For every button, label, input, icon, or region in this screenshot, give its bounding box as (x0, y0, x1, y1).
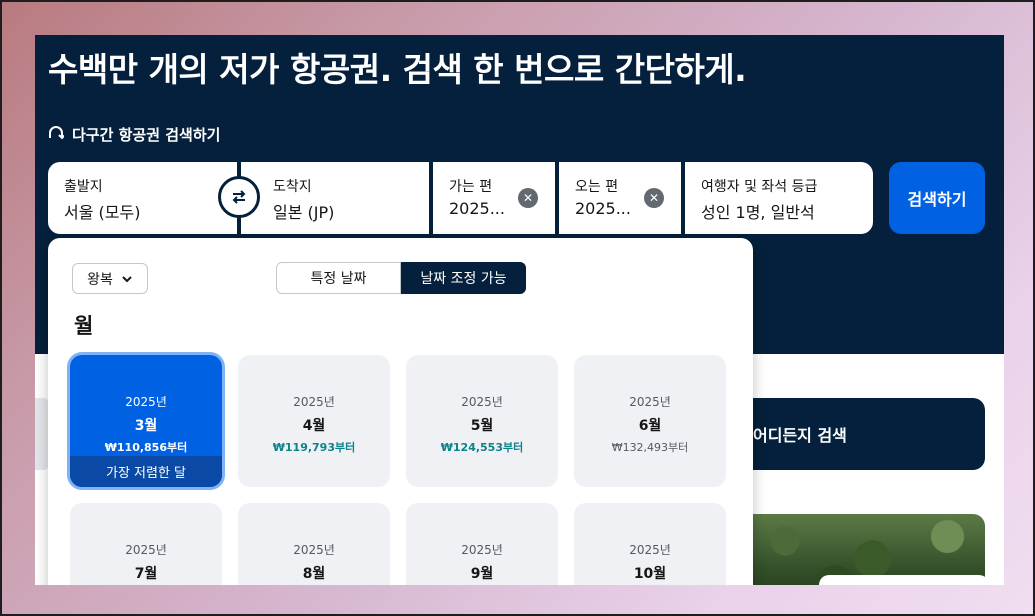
partial-card (35, 398, 49, 470)
month-year: 2025년 (125, 543, 167, 557)
origin-value: 서울 (모두) (64, 203, 141, 222)
date-mode-toggle: 특정 날짜 날짜 조정 가능 (276, 262, 526, 294)
destination-field[interactable]: 도착지 일본 (JP) (241, 162, 429, 234)
month-name: 3월 (134, 418, 158, 434)
month-section-title: 월 (74, 314, 94, 338)
month-year: 2025년 (461, 543, 503, 557)
clear-depart-icon[interactable]: ✕ (518, 188, 538, 208)
month-price: ₩119,793부터 (272, 441, 356, 454)
month-card[interactable]: 2025년 10월 (574, 503, 726, 585)
month-year: 2025년 (461, 395, 503, 409)
multi-city-label: 다구간 항공권 검색하기 (72, 126, 221, 144)
return-label: 오는 편 (575, 179, 619, 195)
month-name: 7월 (134, 566, 158, 582)
month-year: 2025년 (629, 543, 671, 557)
month-name: 9월 (470, 566, 494, 582)
hero-title: 수백만 개의 저가 항공권. 검색 한 번으로 간단하게. (48, 50, 747, 89)
trip-type-select[interactable]: 왕복 (72, 263, 148, 294)
destination-label: 도착지 (273, 179, 312, 195)
month-card[interactable]: 2025년 4월 ₩119,793부터 (238, 355, 390, 487)
month-price: ₩132,493부터 (611, 441, 689, 454)
multi-city-link[interactable]: 다구간 항공권 검색하기 (48, 124, 220, 145)
date-picker-popover: 왕복 특정 날짜 날짜 조정 가능 월 2025년 3월 ₩110,856부터 … (48, 238, 753, 585)
month-card[interactable]: 2025년 6월 ₩132,493부터 (574, 355, 726, 487)
month-card[interactable]: 2025년 3월 ₩110,856부터 가장 저렴한 달 (70, 355, 222, 487)
travellers-value: 성인 1명, 일반석 (701, 203, 815, 222)
month-card[interactable]: 2025년 5월 ₩124,553부터 (406, 355, 558, 487)
depart-label: 가는 편 (449, 179, 493, 195)
trip-type-value: 왕복 (87, 271, 113, 288)
clear-return-icon[interactable]: ✕ (644, 188, 664, 208)
month-price: ₩110,856부터 (104, 441, 188, 454)
return-value: 2025... (575, 199, 631, 218)
month-name: 8월 (302, 566, 326, 582)
travellers-label: 여행자 및 좌석 등급 (701, 179, 818, 195)
month-name: 10월 (633, 566, 667, 582)
page: 수백만 개의 저가 항공권. 검색 한 번으로 간단하게. 다구간 항공권 검색… (35, 35, 1004, 585)
tab-specific-dates[interactable]: 특정 날짜 (276, 262, 401, 294)
month-name: 5월 (470, 418, 494, 434)
month-price: ₩124,553부터 (440, 441, 524, 454)
chevron-down-icon (122, 275, 132, 282)
tab-flexible-dates[interactable]: 날짜 조정 가능 (401, 262, 526, 294)
swap-button[interactable] (218, 176, 260, 218)
month-year: 2025년 (293, 395, 335, 409)
month-year: 2025년 (293, 543, 335, 557)
month-year: 2025년 (629, 395, 671, 409)
search-button[interactable]: 검색하기 (889, 162, 985, 234)
month-grid: 2025년 3월 ₩110,856부터 가장 저렴한 달 2025년 4월 ₩1… (70, 355, 730, 585)
destination-value: 일본 (JP) (273, 203, 335, 222)
cheapest-month-badge: 가장 저렴한 달 (70, 456, 222, 487)
photo-overlay-chip (819, 575, 989, 585)
origin-label: 출발지 (64, 179, 103, 195)
swap-icon (232, 190, 246, 204)
search-anywhere-button[interactable]: 어디든지 검색 (735, 398, 985, 470)
month-name: 6월 (638, 418, 662, 434)
month-card[interactable]: 2025년 9월 (406, 503, 558, 585)
month-year: 2025년 (125, 395, 167, 409)
multi-city-icon (48, 125, 66, 145)
depart-value: 2025... (449, 199, 505, 218)
month-name: 4월 (302, 418, 326, 434)
month-card[interactable]: 2025년 7월 (70, 503, 222, 585)
origin-field[interactable]: 출발지 서울 (모두) (48, 162, 237, 234)
travellers-field[interactable]: 여행자 및 좌석 등급 성인 1명, 일반석 (685, 162, 873, 234)
month-card[interactable]: 2025년 8월 (238, 503, 390, 585)
